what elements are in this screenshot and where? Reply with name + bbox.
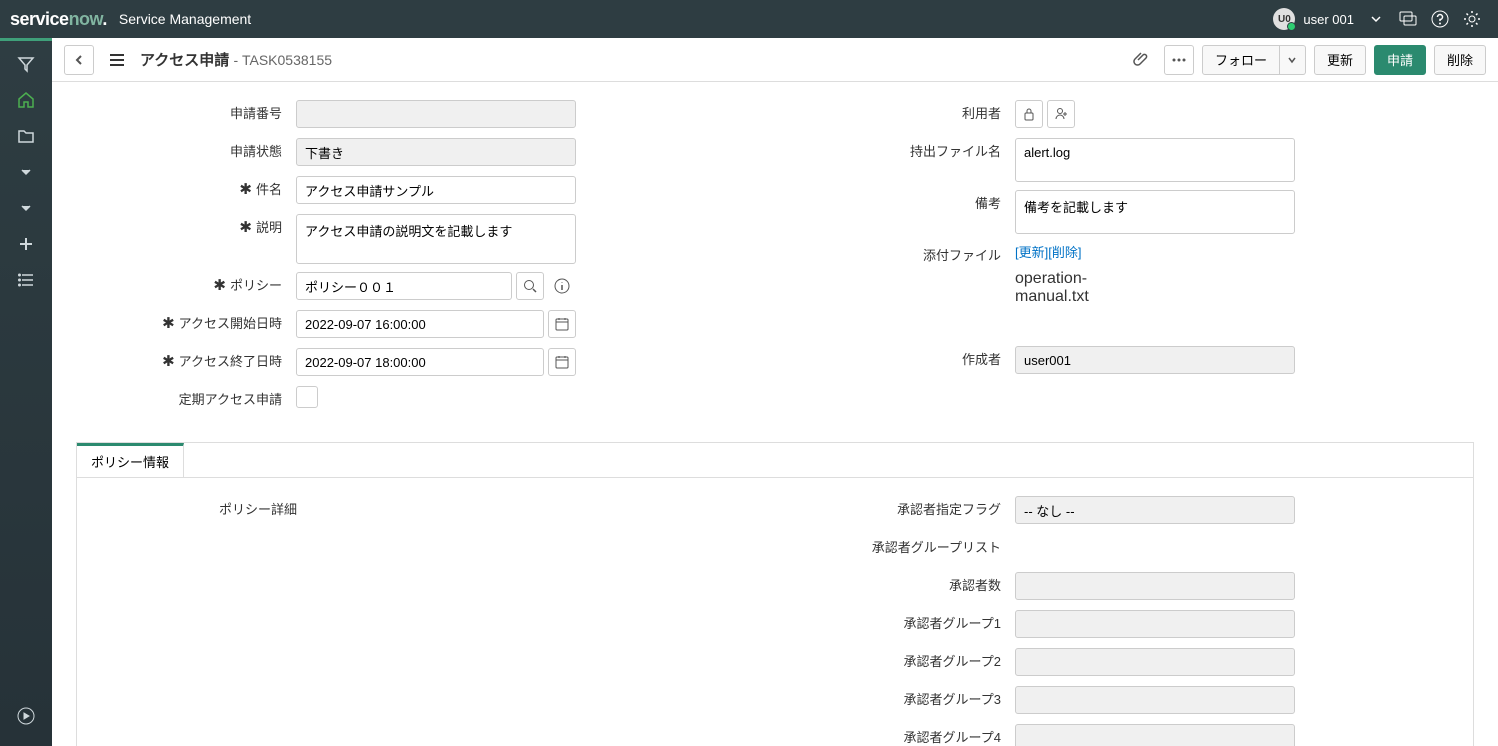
filter-icon[interactable] [0, 46, 52, 82]
label-approver-group3: 承認者グループ3 [795, 686, 1015, 714]
record-title: アクセス申請 - TASK0538155 [140, 49, 332, 70]
label-remarks: 備考 [795, 190, 1015, 218]
label-request-state: 申請状態 [76, 138, 296, 166]
attachment-icon[interactable] [1126, 45, 1156, 75]
folder-icon[interactable] [0, 118, 52, 154]
input-approver-group4 [1015, 724, 1295, 746]
play-icon[interactable] [0, 698, 52, 734]
label-policy-detail: ポリシー詳細 [91, 496, 311, 524]
right-column: 利用者 持出ファイル名 備考 添付ファイル [795, 100, 1474, 424]
plus-icon[interactable] [0, 226, 52, 262]
label-approver-group4: 承認者グループ4 [795, 724, 1015, 746]
left-column: 申請番号 申請状態 ✱件名 ✱説明 ✱ポリシー [76, 100, 755, 424]
label-periodic: 定期アクセス申請 [76, 386, 296, 414]
top-bar: servicenow. Service Management U0 user 0… [0, 0, 1498, 38]
input-access-start[interactable] [296, 310, 544, 338]
input-access-end[interactable] [296, 348, 544, 376]
label-attachment: 添付ファイル [795, 242, 1015, 270]
product-name: Service Management [119, 11, 251, 27]
input-policy[interactable] [296, 272, 512, 300]
input-export-file[interactable] [1015, 138, 1295, 182]
label-approver-group2: 承認者グループ2 [795, 648, 1015, 676]
input-approver-count [1015, 572, 1295, 600]
label-request-no: 申請番号 [76, 100, 296, 128]
input-request-no [296, 100, 576, 128]
request-button[interactable]: 申請 [1374, 45, 1426, 75]
label-approver-flag: 承認者指定フラグ [795, 496, 1015, 524]
policy-search-icon[interactable] [516, 272, 544, 300]
main-area: アクセス申請 - TASK0538155 フォロー 更新 申請 削除 申請番号 … [52, 38, 1498, 746]
input-request-state [296, 138, 576, 166]
avatar[interactable]: U0 [1273, 8, 1295, 30]
more-actions-icon[interactable] [1164, 45, 1194, 75]
label-creator: 作成者 [795, 346, 1015, 374]
label-subject: ✱件名 [76, 176, 296, 204]
record-toolbar: アクセス申請 - TASK0538155 フォロー 更新 申請 削除 [52, 38, 1498, 82]
gear-icon[interactable] [1456, 3, 1488, 35]
label-export-file: 持出ファイル名 [795, 138, 1015, 166]
attachment-filename: operation-manual.txt [1015, 270, 1095, 306]
input-description[interactable] [296, 214, 576, 264]
input-approver-group1 [1015, 610, 1295, 638]
label-approver-group1: 承認者グループ1 [795, 610, 1015, 638]
back-button[interactable] [64, 45, 94, 75]
tab-policy-info[interactable]: ポリシー情報 [77, 443, 184, 477]
input-remarks[interactable] [1015, 190, 1295, 234]
logo: servicenow. [10, 9, 107, 30]
label-approver-count: 承認者数 [795, 572, 1015, 600]
user-menu-caret[interactable] [1360, 3, 1392, 35]
label-access-end: ✱アクセス終了日時 [76, 348, 296, 376]
menu-button[interactable] [102, 45, 132, 75]
attachment-update-link[interactable]: [更新] [1015, 245, 1048, 260]
input-creator [1015, 346, 1295, 374]
label-approver-group-list: 承認者グループリスト [795, 534, 1015, 562]
follow-button[interactable]: フォロー [1202, 45, 1280, 75]
left-sidebar [0, 38, 52, 746]
form-body: 申請番号 申請状態 ✱件名 ✱説明 ✱ポリシー [52, 82, 1498, 746]
checkbox-periodic[interactable] [296, 386, 318, 408]
calendar-icon-end[interactable] [548, 348, 576, 376]
label-description: ✱説明 [76, 214, 296, 242]
calendar-icon-start[interactable] [548, 310, 576, 338]
attachment-delete-link[interactable]: [削除] [1048, 245, 1081, 260]
user-lock-icon[interactable] [1015, 100, 1043, 128]
chat-icon[interactable] [1392, 3, 1424, 35]
input-approver-group3 [1015, 686, 1295, 714]
chevron-down-icon[interactable] [0, 154, 52, 190]
label-policy: ✱ポリシー [76, 272, 296, 300]
follow-dropdown[interactable] [1280, 45, 1306, 75]
help-icon[interactable] [1424, 3, 1456, 35]
input-subject[interactable] [296, 176, 576, 204]
user-name-label: user 001 [1303, 12, 1354, 27]
user-add-icon[interactable] [1047, 100, 1075, 128]
list-icon[interactable] [0, 262, 52, 298]
input-approver-flag [1015, 496, 1295, 524]
label-user: 利用者 [795, 100, 1015, 128]
update-button[interactable]: 更新 [1314, 45, 1366, 75]
tab-section: ポリシー情報 ポリシー詳細 承認者指定フラグ [76, 442, 1474, 746]
policy-info-icon[interactable] [548, 272, 576, 300]
input-approver-group2 [1015, 648, 1295, 676]
label-access-start: ✱アクセス開始日時 [76, 310, 296, 338]
delete-button[interactable]: 削除 [1434, 45, 1486, 75]
home-icon[interactable] [0, 82, 52, 118]
chevron-down-icon-2[interactable] [0, 190, 52, 226]
